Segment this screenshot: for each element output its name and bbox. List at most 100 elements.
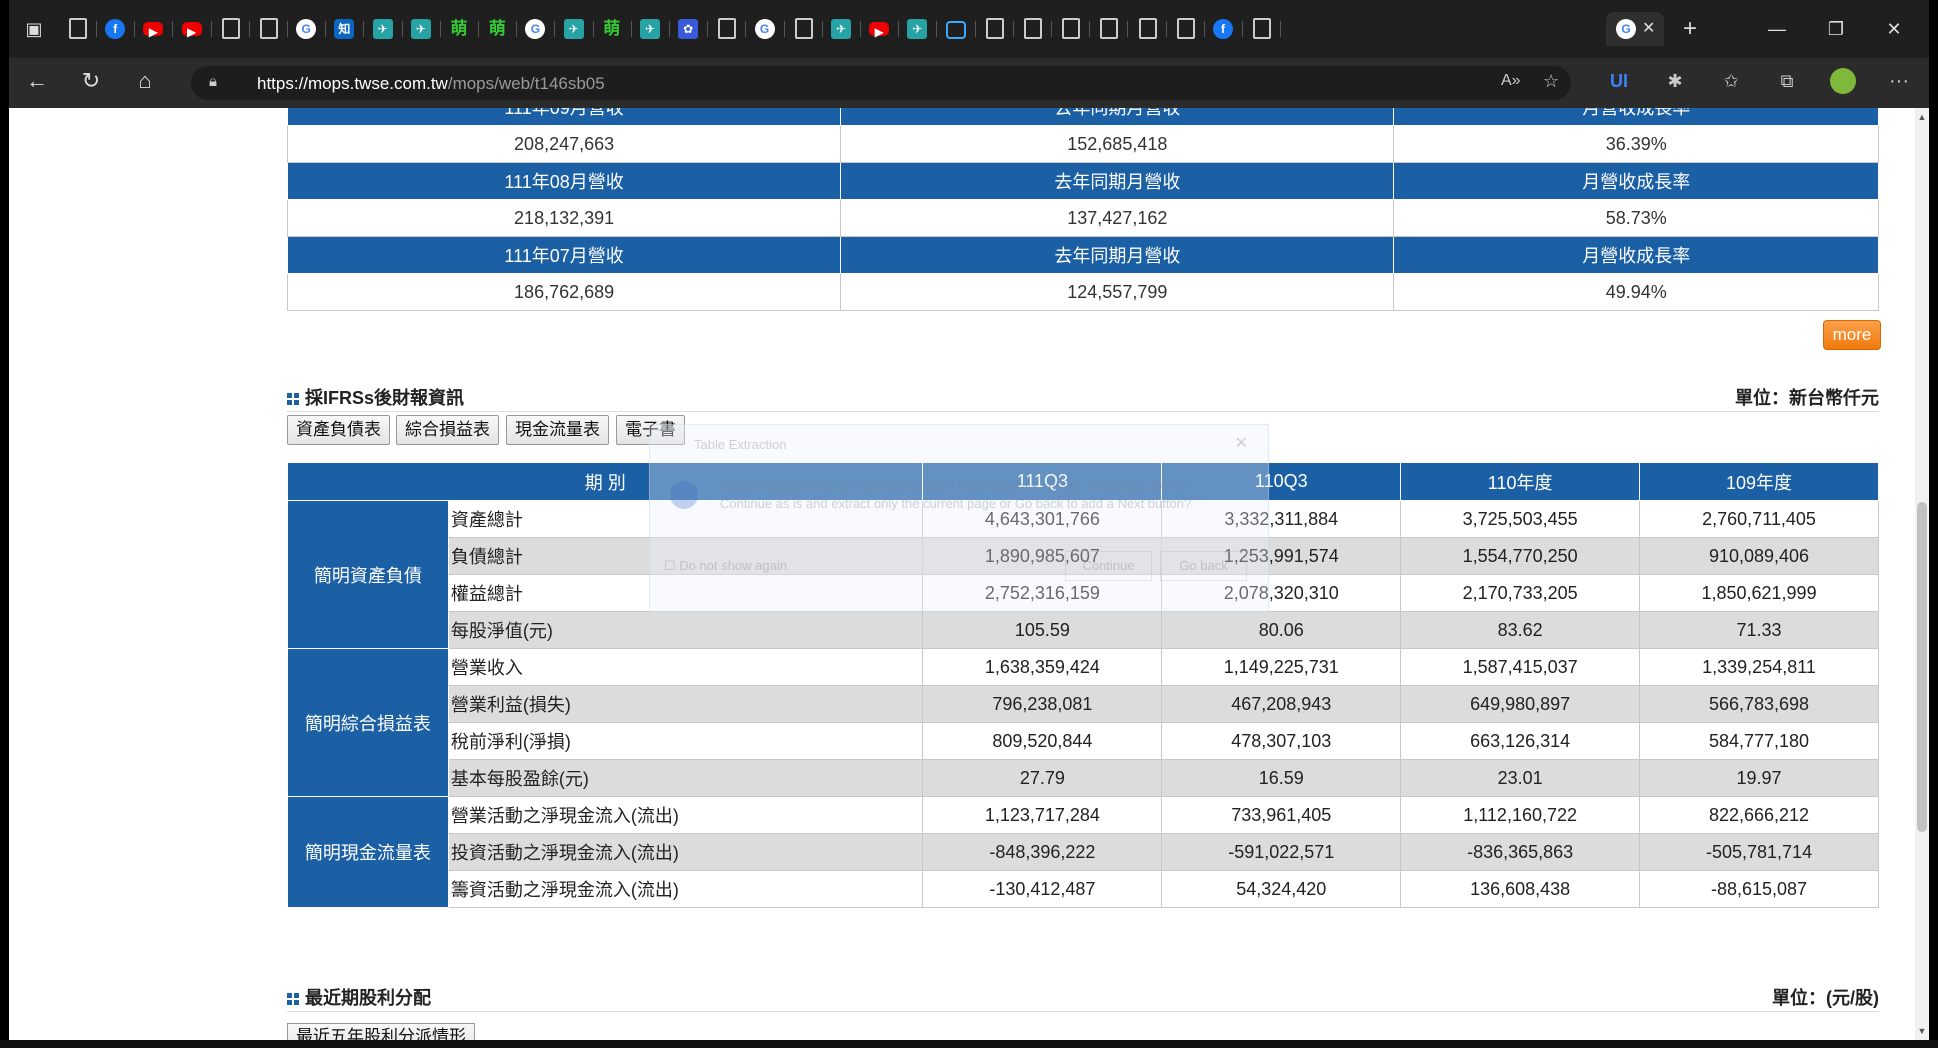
value-cell: 1,339,254,811 bbox=[1639, 648, 1879, 686]
col-header: 110年度 bbox=[1400, 462, 1641, 501]
browser-tab[interactable]: ✈ bbox=[554, 12, 594, 46]
month-revenue-label: 111年09月營收 bbox=[286, 108, 842, 126]
growth-rate-value: 58.73% bbox=[1393, 199, 1879, 237]
browser-tab[interactable]: G bbox=[286, 12, 327, 46]
extensions-icon[interactable]: ✱ bbox=[1659, 65, 1691, 97]
bird-icon: ✈ bbox=[372, 19, 393, 39]
favorites-icon[interactable]: ✩ bbox=[1715, 65, 1747, 97]
browser-tab[interactable] bbox=[1165, 12, 1205, 46]
youtube-icon: ▶ bbox=[143, 22, 164, 39]
home-icon[interactable]: ⌂ bbox=[129, 65, 161, 97]
browser-tab[interactable] bbox=[57, 12, 97, 46]
google-icon: G bbox=[754, 19, 775, 39]
income-statement-button[interactable]: 綜合損益表 bbox=[396, 415, 499, 445]
close-tab-icon[interactable]: ✕ bbox=[1642, 18, 1655, 38]
zhihu-icon: 知 bbox=[334, 19, 355, 39]
browser-tab[interactable]: ▶ bbox=[172, 12, 212, 46]
value-cell: 19.97 bbox=[1639, 759, 1879, 797]
youtube-icon: ▶ bbox=[869, 22, 890, 39]
refresh-icon[interactable]: ↻ bbox=[75, 65, 107, 97]
browser-tab[interactable]: G bbox=[515, 12, 556, 46]
doc-icon bbox=[1100, 18, 1119, 39]
value-cell: -836,365,863 bbox=[1400, 833, 1641, 871]
tab-actions-icon[interactable]: ▣ bbox=[19, 14, 49, 44]
browser-tab[interactable] bbox=[1241, 12, 1282, 46]
scroll-up-icon[interactable]: ▲ bbox=[1917, 112, 1927, 122]
browser-tab[interactable] bbox=[974, 12, 1014, 46]
group-label: 簡明現金流量表 bbox=[287, 796, 449, 908]
browser-tab[interactable]: 萌 bbox=[477, 12, 518, 46]
dialog-close-icon[interactable]: ✕ bbox=[1235, 433, 1248, 453]
browser-tab[interactable]: G bbox=[745, 12, 785, 46]
section-bullet-icon bbox=[287, 393, 299, 405]
browser-tab[interactable]: ✿ bbox=[668, 12, 709, 46]
browser-tab[interactable]: 萌 bbox=[592, 12, 632, 46]
profile-avatar[interactable] bbox=[1827, 65, 1859, 97]
browser-tab[interactable] bbox=[936, 12, 976, 46]
more-button[interactable]: more bbox=[1823, 320, 1881, 350]
browser-tab[interactable]: f bbox=[1203, 12, 1243, 46]
group-label: 簡明綜合損益表 bbox=[287, 648, 449, 797]
revenue-value-row: 208,247,663 152,685,418 36.39% bbox=[286, 125, 1879, 163]
section-divider bbox=[287, 1011, 1879, 1012]
omnibox[interactable]: 🔒︎ https://mops.twse.com.tw/mops/web/t14… bbox=[191, 66, 1571, 100]
balance-sheet-button[interactable]: 資產負債表 bbox=[287, 415, 390, 445]
browser-tab[interactable]: ✈ bbox=[630, 12, 670, 46]
browser-tab[interactable] bbox=[1050, 12, 1091, 46]
do-not-show-checkbox[interactable]: ☐ Do not show again bbox=[664, 558, 787, 574]
browser-tab[interactable] bbox=[248, 12, 288, 46]
url-text[interactable]: https://mops.twse.com.tw/mops/web/t146sb… bbox=[257, 74, 605, 94]
continue-button[interactable]: Continue bbox=[1065, 551, 1152, 581]
scroll-thumb[interactable] bbox=[1917, 502, 1927, 832]
browser-tab[interactable]: ✈ bbox=[821, 12, 861, 46]
browser-tab[interactable] bbox=[706, 12, 747, 46]
browser-tab[interactable]: ✈ bbox=[401, 12, 441, 46]
ui-extension-icon[interactable]: UI bbox=[1603, 65, 1635, 97]
revenue-header-row: 111年08月營收 去年同期月營收 月營收成長率 bbox=[286, 162, 1879, 200]
value-cell: 584,777,180 bbox=[1639, 722, 1879, 760]
browser-tab[interactable]: ✈ bbox=[363, 12, 403, 46]
value-cell: 566,783,698 bbox=[1639, 685, 1879, 723]
browser-tab[interactable]: ✈ bbox=[897, 12, 938, 46]
minimize-icon[interactable]: — bbox=[1762, 14, 1792, 44]
doc-icon bbox=[1062, 18, 1081, 39]
browser-tab[interactable]: 萌 bbox=[439, 12, 479, 46]
close-window-icon[interactable]: ✕ bbox=[1879, 14, 1909, 44]
browser-tab[interactable]: ▶ bbox=[859, 12, 900, 46]
value-cell: 23.01 bbox=[1400, 759, 1641, 797]
lock-icon[interactable]: 🔒︎ bbox=[209, 73, 217, 90]
favorite-add-icon[interactable]: ☆ bbox=[1543, 71, 1559, 92]
browser-tab[interactable]: ▶ bbox=[133, 12, 174, 46]
col-header: 109年度 bbox=[1639, 462, 1879, 501]
month-revenue-value: 208,247,663 bbox=[286, 125, 842, 163]
value-cell: 1,554,770,250 bbox=[1400, 537, 1641, 575]
read-aloud-icon[interactable]: A» bbox=[1501, 72, 1521, 90]
restore-icon[interactable]: ❐ bbox=[1821, 14, 1851, 44]
browser-tab[interactable]: 知 bbox=[324, 12, 365, 46]
cash-flow-button[interactable]: 現金流量表 bbox=[506, 415, 609, 445]
browser-tab[interactable] bbox=[1127, 12, 1167, 46]
browser-window: ▣ f ▶ ▶ G 知 ✈ ✈ 萌萌 G ✈ 萌 ✈ ✿ G ✈ ▶ ✈ f G ✕ + — ❐ ✕ 🔒︎ htt… bbox=[9, 0, 1929, 1048]
browser-tab[interactable] bbox=[1088, 12, 1129, 46]
browser-tab[interactable] bbox=[210, 12, 250, 46]
collections-icon[interactable]: ⧉ bbox=[1771, 65, 1803, 97]
browser-tab[interactable]: f bbox=[95, 12, 136, 46]
value-cell: 1,149,225,731 bbox=[1161, 648, 1402, 686]
scroll-down-icon[interactable]: ▼ bbox=[1917, 1026, 1927, 1036]
bird-icon: ✈ bbox=[640, 19, 660, 39]
youtube-icon: ▶ bbox=[181, 22, 202, 39]
back-icon[interactable]: ← bbox=[21, 65, 53, 97]
browser-tab[interactable] bbox=[783, 12, 823, 46]
vertical-scrollbar[interactable]: ▲ ▼ bbox=[1915, 108, 1929, 1048]
value-cell: 478,307,103 bbox=[1161, 722, 1402, 760]
more-menu-icon[interactable]: ··· bbox=[1883, 65, 1915, 97]
browser-tab[interactable] bbox=[1012, 12, 1052, 46]
growth-rate-label: 月營收成長率 bbox=[1393, 108, 1879, 126]
prev-year-value: 137,427,162 bbox=[840, 199, 1395, 237]
tab-active[interactable]: G ✕ bbox=[1606, 12, 1664, 46]
value-cell: -848,396,222 bbox=[922, 833, 1163, 871]
value-cell: -88,615,087 bbox=[1639, 870, 1879, 908]
doc-icon bbox=[1024, 18, 1042, 39]
new-tab-icon[interactable]: + bbox=[1675, 14, 1705, 44]
go-back-button[interactable]: Go back bbox=[1160, 551, 1247, 581]
